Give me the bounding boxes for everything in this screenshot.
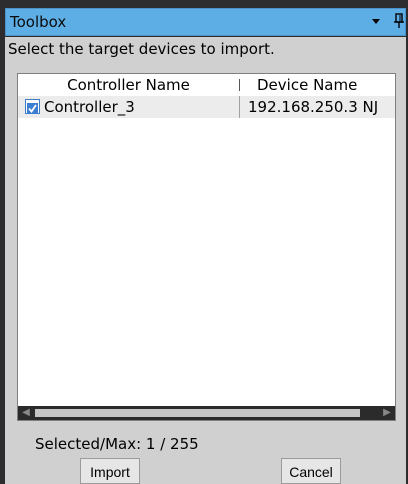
instruction-text: Select the target devices to import. [5, 37, 406, 61]
row-checkbox[interactable] [25, 99, 40, 114]
import-button[interactable]: Import [80, 458, 140, 484]
column-header-controller-name[interactable]: Controller Name [18, 74, 239, 96]
scrollbar-thumb[interactable] [35, 409, 360, 417]
checkmark-icon [27, 103, 38, 114]
horizontal-scrollbar[interactable]: ◀ ▶ [18, 406, 395, 420]
dropdown-arrow-icon[interactable] [372, 19, 380, 24]
column-header-device-name[interactable]: Device Name [239, 74, 395, 96]
import-panel: Controller Name Device Name Controller_3… [5, 61, 406, 484]
pin-icon[interactable] [393, 12, 405, 30]
window-title: Toolbox [10, 13, 67, 31]
device-list[interactable]: Controller Name Device Name Controller_3… [17, 73, 396, 421]
scroll-right-icon[interactable]: ▶ [379, 406, 395, 420]
table-row[interactable]: Controller_3 192.168.250.3 NJ [18, 96, 395, 118]
cell-controller-name: Controller_3 [44, 98, 135, 116]
scroll-left-icon[interactable]: ◀ [18, 406, 34, 420]
cancel-button[interactable]: Cancel [281, 458, 341, 484]
window-title-bar: Toolbox [5, 8, 406, 36]
cell-device-name: 192.168.250.3 NJ [248, 98, 379, 116]
selection-status: Selected/Max: 1 / 255 [35, 435, 199, 453]
row-separator [239, 96, 240, 118]
